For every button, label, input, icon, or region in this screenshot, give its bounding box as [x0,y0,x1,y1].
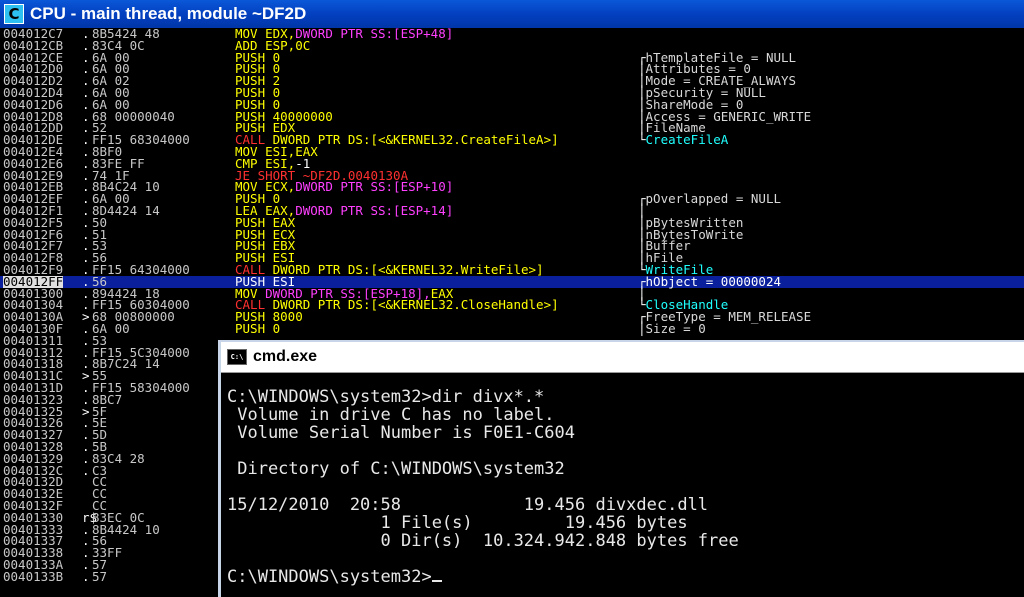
disasm-row[interactable]: 004012E4. 8BF0 MOV ESI,EAX [0,145,1024,158]
text-cursor [431,580,442,582]
disasm-row[interactable]: 004012E6. 83FE FF CMP ESI,-1 [0,157,1024,170]
disasm-comment: │Size = 0 [638,321,706,336]
cmd-window-titlebar[interactable]: C:\ cmd.exe [221,342,1024,373]
console-line: C:\WINDOWS\system32>dir divx*.* [227,387,545,407]
instruction-token: DWORD PTR SS:[ESP+14] [295,203,454,218]
disasm-row[interactable]: 004012CB. 83C4 0C ADD ESP,0C [0,37,1024,53]
console-line: 15/12/2010 20:58 19.456 divxdec.dll [227,495,709,515]
comment-text: Size = 0 [645,321,706,336]
comment-text: CreateFileA [645,132,729,148]
cpu-window-title: CPU - main thread, module ~DF2D [30,4,307,23]
console-line: C:\WINDOWS\system32> [227,568,739,586]
console-line: 0 Dir(s) 10.324.942.848 bytes free [227,531,739,551]
cmd-window-title: cmd.exe [253,348,318,365]
cpu-window-icon: C [4,4,24,24]
console-line: Volume Serial Number is F0E1-C604 [227,423,575,443]
disasm-address: 0040133B [3,568,64,584]
disasm-row[interactable]: 004012EB. 8B4C24 10 MOV ECX,DWORD PTR SS:[… [0,179,1024,195]
disasm-row[interactable]: 004012F6. 51 PUSH ECX │nBytesToWrite [0,228,1024,241]
disasm-row[interactable]: 004012F5. 50 PUSH EAX │pBytesWritten [0,216,1024,229]
disasm-row[interactable]: 004012D8. 68 00000040 PUSH 40000000 │Access… [0,110,1024,123]
disasm-row[interactable]: 004012DE. FF15 68304000 CALL DWORD PTR DS:… [0,132,1024,148]
console-line: Directory of C:\WINDOWS\system32 [227,459,565,479]
instruction-token: DWORD PTR DS:[<&KERNEL32.CloseHandle>] [272,297,559,313]
disasm-row[interactable]: 004012D2. 6A 02 PUSH 2 │Mode = CREATE_ALWAY… [0,74,1024,87]
disasm-row[interactable]: 004012F7. 53 PUSH EBX │Buffer [0,240,1024,253]
disasm-comment: ┌hObject = 00000024 [638,273,781,289]
disasm-marker: . [82,462,90,478]
disasm-row[interactable]: 004012F9. FF15 64304000 CALL DWORD PTR DS:… [0,262,1024,277]
disasm-comment: ┌pOverlapped = NULL [638,191,781,207]
comment-text: hObject = 00000024 [645,273,781,289]
cpu-window-titlebar[interactable]: C CPU - main thread, module ~DF2D [0,0,1024,28]
instruction-token: DWORD PTR DS:[<&KERNEL32.WriteFile>] [272,262,544,277]
console-line: Volume in drive C has no label. [227,405,555,425]
cmd-window[interactable]: C:\ cmd.exe C:\WINDOWS\system32>dir divx… [218,340,1024,597]
call-bracket: │ [638,321,646,336]
instruction-token: DWORD PTR SS:[ESP+10] [295,179,454,195]
disasm-row[interactable]: 0040130F. 6A 00 PUSH 0 │Size = 0 [0,321,1024,336]
disasm-hex: 57 [92,568,108,584]
disasm-row[interactable]: 004012C7. 8B5424 48 MOV EDX,DWORD PTR SS:[… [0,28,1024,40]
call-bracket: └ [638,132,646,148]
console-line: 1 File(s) 19.456 bytes [227,513,688,533]
disasm-row[interactable]: 004012D4. 6A 00 PUSH 0 │pSecurity = NULL [0,86,1024,99]
instruction-token: 0C [295,37,311,53]
cmd-icon: C:\ [227,349,247,365]
disasm-row[interactable]: 004012D0. 6A 00 PUSH 0 │Attributes = 0 [0,63,1024,76]
disasm-marker: . [82,568,90,584]
comment-text: pOverlapped = NULL [645,191,781,207]
disasm-row[interactable]: 004012CE. 6A 00 PUSH 0 ┌hTemplateFile = NUL… [0,51,1024,64]
disasm-comment: └CreateFileA [638,132,729,148]
disasm-instruction: PUSH 0 [235,321,281,336]
console-output[interactable]: C:\WINDOWS\system32>dir divx*.* Volume i… [227,388,739,586]
instruction-token: PUSH 0 [235,321,281,336]
disasm-row[interactable]: 004012F1. 8D4424 14 LEA EAX,DWORD PTR SS:[… [0,203,1024,218]
disasm-row[interactable]: 0040130A >68 00800000 PUSH 8000 ┌FreeType =… [0,310,1024,323]
